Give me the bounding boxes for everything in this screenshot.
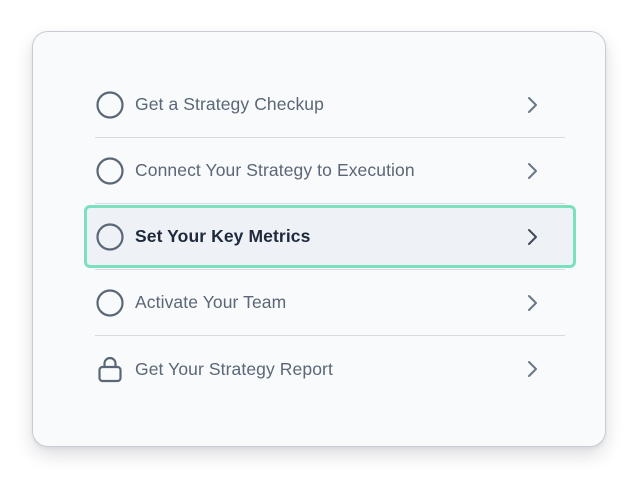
step-label: Get Your Strategy Report [135,358,333,379]
step-strategy-checkup[interactable]: Get a Strategy Checkup [95,72,565,138]
chevron-right-icon [525,360,539,378]
step-strategy-report[interactable]: Get Your Strategy Report [95,336,565,402]
chevron-right-icon [525,96,539,114]
circle-icon [95,222,125,252]
lock-icon [95,354,125,384]
circle-icon [95,156,125,186]
steps-list: Get a Strategy Checkup Connect Your Stra… [84,72,576,402]
step-label: Connect Your Strategy to Execution [135,160,415,180]
step-connect-strategy[interactable]: Connect Your Strategy to Execution [95,138,565,204]
step-activate-team[interactable]: Activate Your Team [95,270,565,336]
step-label: Get a Strategy Checkup [135,94,324,114]
circle-icon [95,90,125,120]
circle-icon [95,288,125,318]
strategy-steps-card: Get a Strategy Checkup Connect Your Stra… [32,31,606,447]
chevron-right-icon [525,228,539,246]
step-label: Set Your Key Metrics [135,226,311,246]
chevron-right-icon [525,294,539,312]
chevron-right-icon [525,162,539,180]
step-key-metrics[interactable]: Set Your Key Metrics [84,204,576,270]
step-label: Activate Your Team [135,292,287,312]
